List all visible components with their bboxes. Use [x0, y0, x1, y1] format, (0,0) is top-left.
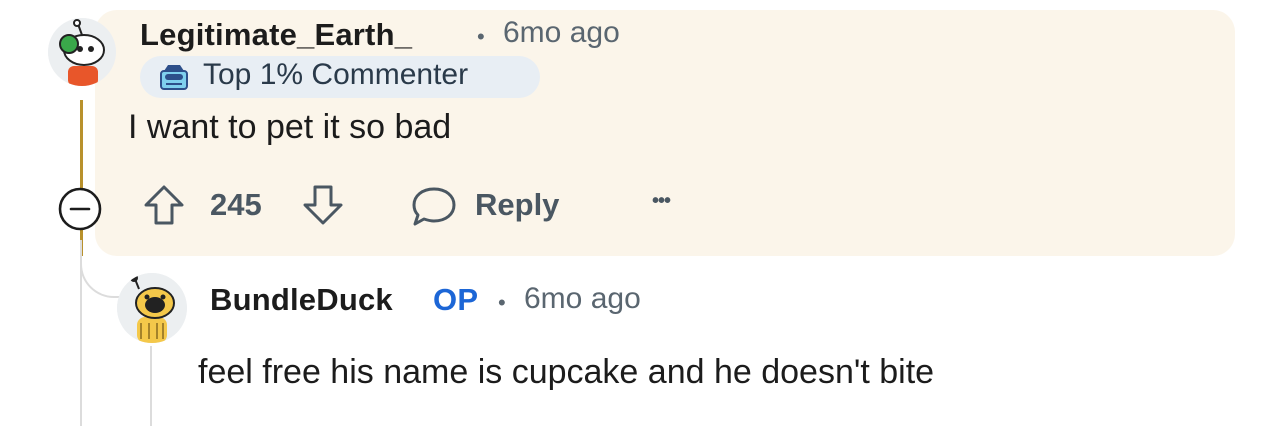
- avatar[interactable]: [48, 18, 116, 86]
- thread-line[interactable]: [80, 100, 83, 256]
- reply-bubble-icon[interactable]: [410, 184, 458, 228]
- avatar[interactable]: [117, 273, 187, 343]
- top-commenter-badge-icon: [160, 65, 188, 90]
- collapse-thread-icon[interactable]: [57, 186, 103, 232]
- snoo-avatar-icon: [48, 18, 116, 86]
- meta-separator: •: [477, 24, 485, 49]
- thread-branch-curve: [80, 240, 120, 298]
- reply-button[interactable]: Reply: [475, 187, 559, 223]
- badge-label: Top 1% Commenter: [203, 58, 469, 91]
- meta-separator: •: [498, 290, 506, 315]
- comment-timestamp[interactable]: 6mo ago: [503, 16, 620, 50]
- comment-author-username[interactable]: Legitimate_Earth_: [140, 17, 412, 53]
- downvote-icon[interactable]: [301, 183, 345, 227]
- upvote-icon[interactable]: [142, 183, 186, 227]
- vote-score: 245: [210, 187, 262, 222]
- reply-thread-line[interactable]: [150, 346, 152, 426]
- comment-timestamp[interactable]: 6mo ago: [524, 282, 641, 316]
- op-badge: OP: [433, 282, 479, 317]
- comment-body: I want to pet it so bad: [128, 108, 452, 146]
- comment-body: feel free his name is cupcake and he doe…: [198, 353, 935, 391]
- more-options-button[interactable]: •••: [652, 190, 671, 213]
- thread-line-continued[interactable]: [80, 256, 82, 426]
- snoo-avatar-icon: [117, 273, 187, 343]
- comment-author-username[interactable]: BundleDuck: [210, 282, 393, 318]
